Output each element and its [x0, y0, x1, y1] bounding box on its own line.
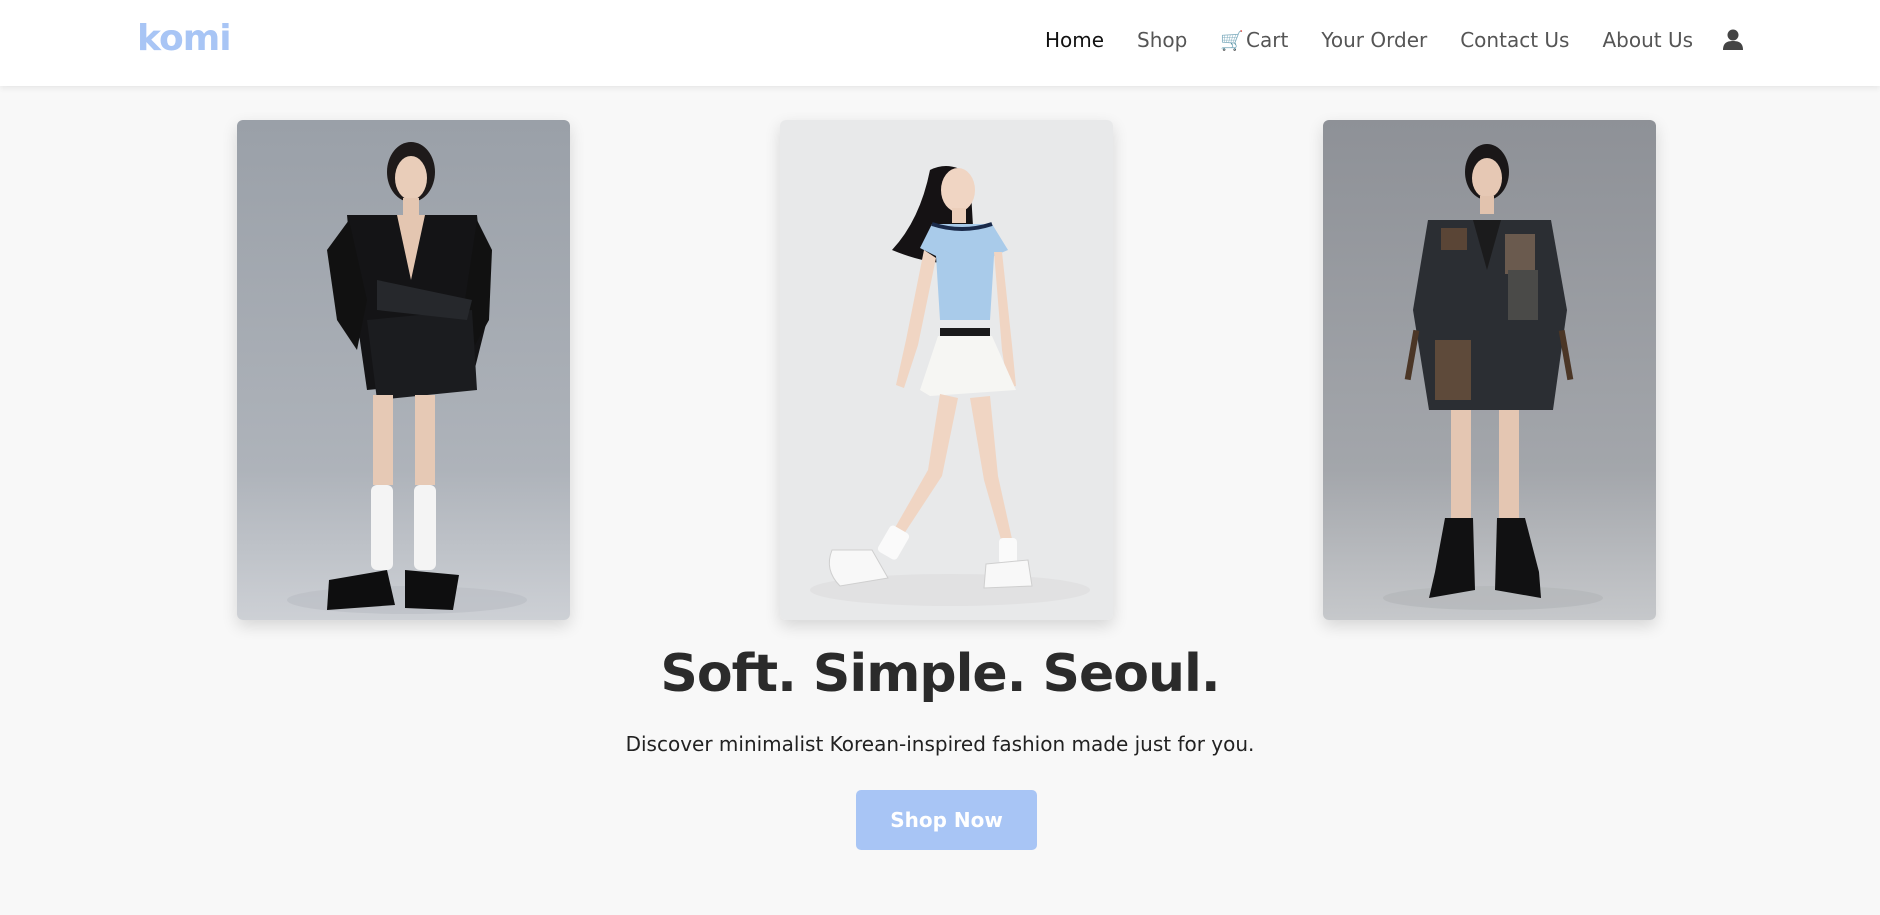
hero-headline: Soft. Simple. Seoul. — [660, 644, 1220, 704]
nav-your-order[interactable]: Your Order — [1321, 28, 1427, 52]
site-header: komi Home Shop 🛒 Cart Your Order Contact… — [0, 0, 1880, 86]
nav-home[interactable]: Home — [1045, 28, 1104, 52]
main-nav: Home Shop 🛒 Cart Your Order Contact Us A… — [1045, 28, 1744, 52]
brand-logo[interactable]: komi — [137, 18, 232, 59]
model-photo-blue-tee — [780, 120, 1113, 620]
nav-shop[interactable]: Shop — [1137, 28, 1187, 52]
shop-now-button[interactable]: Shop Now — [856, 790, 1037, 850]
product-photo[interactable] — [237, 120, 570, 620]
nav-cart[interactable]: 🛒 Cart — [1220, 28, 1288, 52]
product-photo[interactable] — [1323, 120, 1656, 620]
product-photo[interactable] — [780, 120, 1113, 620]
cart-icon: 🛒 — [1220, 29, 1245, 52]
nav-contact-us[interactable]: Contact Us — [1460, 28, 1569, 52]
nav-cart-label: Cart — [1246, 28, 1289, 52]
model-photo-black-blazer — [237, 120, 570, 620]
nav-about-us[interactable]: About Us — [1602, 28, 1693, 52]
hero-subtitle: Discover minimalist Korean-inspired fash… — [625, 732, 1255, 756]
model-photo-patchwork-blazer — [1323, 120, 1656, 620]
user-icon[interactable] — [1722, 28, 1744, 52]
